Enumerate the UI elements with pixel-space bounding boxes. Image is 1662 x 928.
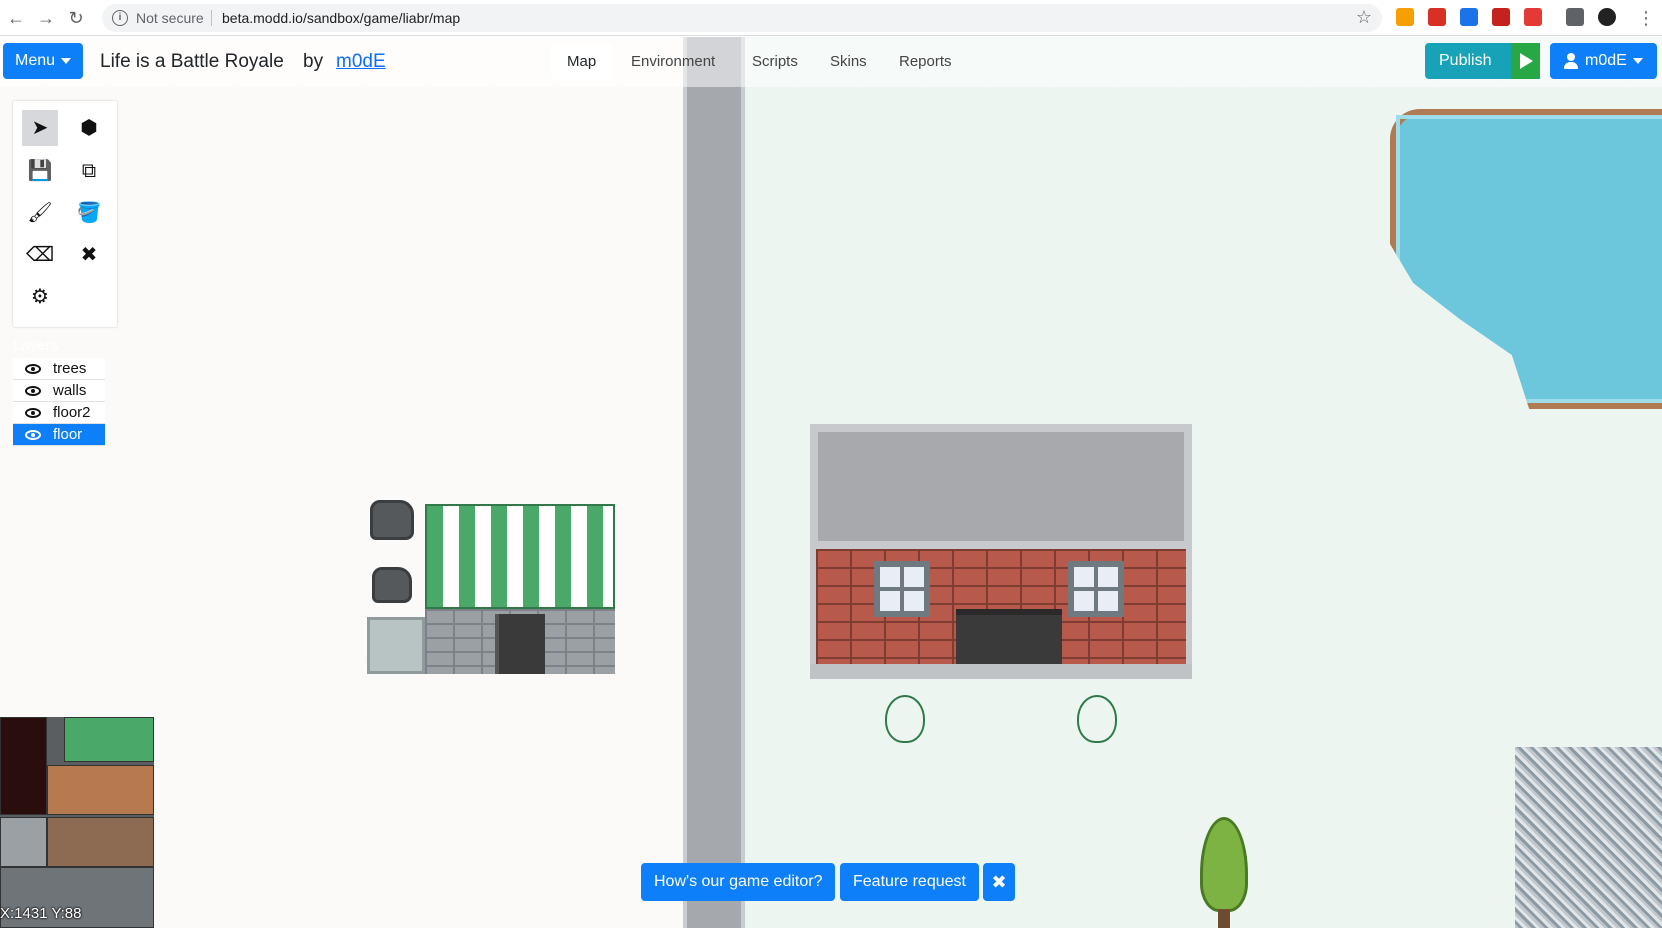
tab-skins[interactable]: Skins: [814, 44, 883, 80]
settings-tool-icon[interactable]: ⚙: [22, 279, 58, 315]
play-icon: [1520, 53, 1533, 69]
layer-floor[interactable]: floor: [13, 424, 105, 446]
game-title: Life is a Battle Royale: [100, 51, 284, 72]
cursor-coordinates: X:1431 Y:88: [0, 905, 82, 922]
close-icon[interactable]: ✖: [983, 863, 1015, 901]
shop-awning: [425, 504, 615, 609]
eye-icon[interactable]: [25, 408, 41, 418]
entity-tool-icon[interactable]: ⬢: [71, 110, 107, 146]
bush-outline: [885, 695, 925, 743]
address-divider: [211, 10, 212, 26]
house-window: [874, 561, 930, 617]
shop-building: [425, 504, 615, 674]
url-text[interactable]: beta.modd.io/sandbox/game/liabr/map: [222, 10, 460, 26]
road-terrain: [683, 37, 745, 928]
house-roof: [810, 424, 1192, 549]
user-menu-button[interactable]: m0dE: [1550, 43, 1657, 79]
extension-icon[interactable]: [1492, 8, 1510, 26]
tileset-preview[interactable]: [1515, 747, 1662, 928]
extension-icon[interactable]: [1428, 8, 1446, 26]
clear-tool-icon[interactable]: ✖: [71, 237, 107, 273]
tree-sprite: [1200, 817, 1248, 928]
caret-down-icon: [61, 57, 72, 64]
tab-environment[interactable]: Environment: [615, 44, 731, 80]
reload-icon[interactable]: ↻: [64, 6, 88, 30]
layer-trees[interactable]: trees: [13, 358, 105, 380]
info-icon[interactable]: i: [112, 10, 128, 26]
house-base: [810, 664, 1192, 679]
eye-icon[interactable]: [25, 386, 41, 396]
extension-icon[interactable]: [1460, 8, 1478, 26]
caret-down-icon: [1632, 57, 1643, 64]
by-label: by: [303, 51, 324, 72]
tab-scripts[interactable]: Scripts: [736, 44, 814, 80]
extension-icon[interactable]: [1524, 8, 1542, 26]
rock-tile: [372, 567, 412, 603]
fill-tool-icon[interactable]: 🪣: [71, 195, 107, 231]
eye-icon[interactable]: [25, 364, 41, 374]
brush-tool-icon[interactable]: 🖌: [22, 195, 58, 231]
reading-list-icon[interactable]: [1566, 8, 1584, 26]
save-tool-icon[interactable]: 💾: [22, 153, 58, 189]
forward-icon[interactable]: →: [34, 6, 58, 30]
author-link[interactable]: m0dE: [336, 51, 386, 73]
layers-heading: Layers: [13, 337, 59, 354]
layer-floor2[interactable]: floor2: [13, 402, 105, 424]
extension-icon[interactable]: [1396, 8, 1414, 26]
security-label: Not secure: [136, 10, 204, 26]
address-bar[interactable]: i Not secure beta.modd.io/sandbox/game/l…: [102, 4, 1382, 32]
back-icon[interactable]: ←: [4, 6, 28, 30]
select-tool-icon[interactable]: ➤: [22, 110, 58, 146]
region-tool-icon[interactable]: ⧉: [71, 153, 107, 189]
eye-icon[interactable]: [25, 430, 41, 440]
house-building: [810, 424, 1192, 679]
house-wall: [810, 549, 1192, 679]
tab-reports[interactable]: Reports: [883, 44, 968, 80]
tab-map[interactable]: Map: [551, 44, 613, 80]
browser-toolbar: ← → ↻ i Not secure beta.modd.io/sandbox/…: [0, 0, 1662, 36]
play-button[interactable]: [1511, 43, 1540, 79]
house-window: [1068, 561, 1124, 617]
user-icon: [1564, 53, 1578, 69]
feature-request-button[interactable]: Feature request: [840, 863, 979, 901]
eraser-tool-icon[interactable]: ⌫: [22, 237, 58, 273]
map-canvas[interactable]: X:1431 Y:88: [0, 37, 1662, 928]
tool-palette: ➤ ⬢ 💾 ⧉ 🖌 🪣 ⌫ ✖ ⚙: [13, 101, 117, 327]
rock-tile: [370, 500, 414, 540]
bookmark-star-icon[interactable]: ☆: [1356, 7, 1372, 28]
stairs-tile: [367, 617, 425, 674]
profile-avatar-icon[interactable]: [1598, 8, 1616, 26]
shop-door: [495, 614, 545, 674]
bush-outline: [1077, 695, 1117, 743]
browser-menu-icon[interactable]: ⋮: [1634, 6, 1658, 30]
feedback-button[interactable]: How's our game editor?: [641, 863, 836, 901]
minimap[interactable]: [0, 717, 154, 928]
menu-button[interactable]: Menu: [3, 43, 83, 79]
editor-topbar: Menu Life is a Battle Royale by m0dE Map…: [0, 37, 1662, 87]
layer-walls[interactable]: walls: [13, 380, 105, 402]
